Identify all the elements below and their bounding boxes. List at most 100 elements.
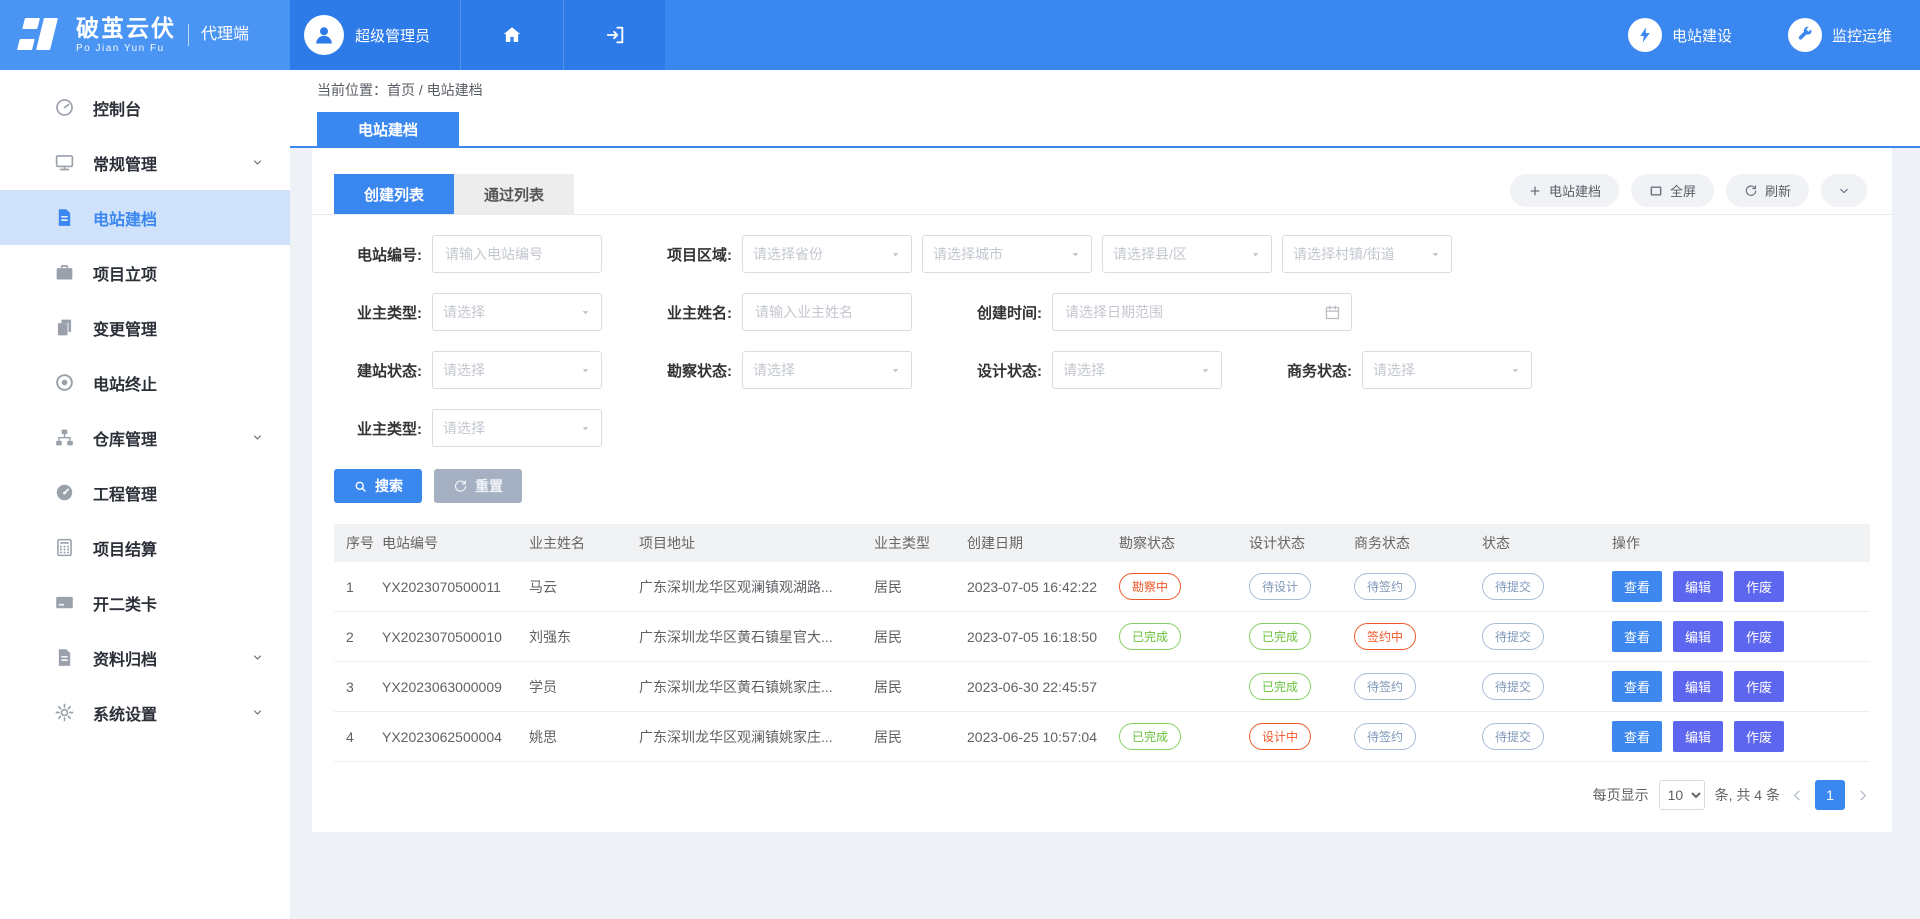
cell-station-no: YX2023070500011 (374, 562, 521, 612)
topnav-label: 电站建设 (1672, 25, 1732, 46)
app: 破茧云伏 Po Jian Yun Fu 代理端 超级管理员 (0, 0, 1920, 919)
owner-type-2-select[interactable]: 请选择 (432, 409, 602, 447)
status-badge: 待提交 (1482, 623, 1544, 650)
cell-station-no: YX2023063000009 (374, 662, 521, 712)
station-no-field[interactable] (443, 245, 591, 263)
caret-down-icon (890, 249, 901, 260)
logo-icon (16, 14, 66, 56)
sidebar-item-project-settlement[interactable]: 项目结算 (0, 520, 290, 575)
home-button[interactable] (460, 0, 563, 70)
void-button[interactable]: 作废 (1734, 621, 1784, 652)
sidebar-item-label: 仓库管理 (93, 426, 233, 450)
survey-status-select[interactable]: 请选择 (742, 351, 912, 389)
create-time-input[interactable] (1052, 293, 1352, 331)
town-select[interactable]: 请选择村镇/街道 (1282, 235, 1452, 273)
cell-survey-status: 勘察中 (1111, 562, 1241, 612)
topnav-monitor-ops[interactable]: 监控运维 (1788, 18, 1892, 52)
fullscreen-button[interactable]: 全屏 (1631, 174, 1714, 207)
status-badge: 待签约 (1354, 573, 1416, 600)
caret-down-icon (580, 307, 591, 318)
status-badge: 待签约 (1354, 673, 1416, 700)
refresh-icon (453, 479, 468, 494)
filter-label: 商务状态: (1264, 360, 1352, 381)
sidebar-item-label: 项目立项 (93, 261, 264, 285)
view-button[interactable]: 查看 (1612, 671, 1662, 702)
add-station-button[interactable]: 电站建档 (1510, 174, 1619, 207)
per-page-select[interactable]: 10 (1659, 780, 1705, 810)
business-status-select[interactable]: 请选择 (1362, 351, 1532, 389)
status-badge: 待提交 (1482, 573, 1544, 600)
sidebar-item-engineering-management[interactable]: 工程管理 (0, 465, 290, 520)
filter-business-status: 商务状态: 请选择 (1264, 351, 1532, 389)
sidebar-item-open-type2-card[interactable]: 开二类卡 (0, 575, 290, 630)
filter-owner-type-2: 业主类型:请选择 (334, 409, 602, 447)
toolbar-button-label: 全屏 (1670, 181, 1696, 200)
build-status-select[interactable]: 请选择 (432, 351, 602, 389)
refresh-button[interactable]: 刷新 (1726, 174, 1809, 207)
page-button-1[interactable]: 1 (1815, 780, 1845, 810)
edit-button[interactable]: 编辑 (1673, 671, 1723, 702)
logout-button[interactable] (563, 0, 665, 70)
sidebar-item-console[interactable]: 控制台 (0, 80, 290, 135)
edit-button[interactable]: 编辑 (1673, 571, 1723, 602)
sidebar-item-station-archive[interactable]: 电站建档 (0, 190, 290, 245)
card-head: 创建列表通过列表 电站建档 全屏 刷新 (312, 174, 1892, 215)
column-header: 业主类型 (866, 524, 959, 562)
search-button[interactable]: 搜索 (334, 469, 422, 503)
edit-button[interactable]: 编辑 (1673, 721, 1723, 752)
sidebar-item-project-initiation[interactable]: 项目立项 (0, 245, 290, 300)
city-select[interactable]: 请选择城市 (922, 235, 1092, 273)
filter-row: 电站编号:项目区域:请选择省份请选择城市请选择县/区请选择村镇/街道 (334, 235, 1870, 273)
void-button[interactable]: 作废 (1734, 721, 1784, 752)
reset-button[interactable]: 重置 (434, 469, 522, 503)
view-button[interactable]: 查看 (1612, 571, 1662, 602)
view-button[interactable]: 查看 (1612, 621, 1662, 652)
cell-status-status: 待提交 (1474, 712, 1604, 762)
status-badge: 已完成 (1119, 723, 1181, 750)
table-row: 3YX2023063000009学员广东深圳龙华区黄石镇姚家庄...居民2023… (334, 662, 1870, 712)
breadcrumb-path[interactable]: 首页 / 电站建档 (387, 82, 483, 98)
station-no-input[interactable] (432, 235, 602, 273)
sidebar-item-warehouse-management[interactable]: 仓库管理 (0, 410, 290, 465)
user-menu[interactable]: 超级管理员 (290, 0, 460, 70)
design-status-select[interactable]: 请选择 (1052, 351, 1222, 389)
record-icon (54, 372, 75, 393)
county-select[interactable]: 请选择县/区 (1102, 235, 1272, 273)
breadcrumb[interactable]: 当前位置：首页 / 电站建档 (317, 80, 1920, 100)
topnav-station-build[interactable]: 电站建设 (1628, 18, 1732, 52)
owner-name-field[interactable] (753, 303, 901, 321)
sidebar-item-change-management[interactable]: 变更管理 (0, 300, 290, 355)
home-icon (501, 24, 523, 46)
void-button[interactable]: 作废 (1734, 671, 1784, 702)
list-tabs: 创建列表通过列表 (334, 174, 574, 214)
topbar-nav: 电站建设 监控运维 (1628, 0, 1892, 70)
document-icon (54, 207, 75, 228)
province-select[interactable]: 请选择省份 (742, 235, 912, 273)
brand-title: 破茧云伏 (76, 16, 176, 40)
owner-name-input[interactable] (742, 293, 912, 331)
tab-passed-list[interactable]: 通过列表 (454, 174, 574, 214)
owner-type-select[interactable]: 请选择 (432, 293, 602, 331)
edit-button[interactable]: 编辑 (1673, 621, 1723, 652)
monitor-icon (54, 152, 75, 173)
status-badge: 已完成 (1249, 673, 1311, 700)
sidebar-item-general-management[interactable]: 常规管理 (0, 135, 290, 190)
view-button[interactable]: 查看 (1612, 721, 1662, 752)
column-header: 电站编号 (374, 524, 521, 562)
search-icon (353, 479, 368, 494)
sidebar-item-system-settings[interactable]: 系统设置 (0, 685, 290, 740)
void-button[interactable]: 作废 (1734, 571, 1784, 602)
sidebar-item-data-archive[interactable]: 资料归档 (0, 630, 290, 685)
select-placeholder: 请选择 (443, 418, 485, 438)
page-tab-station-archive[interactable]: 电站建档 (317, 112, 459, 146)
avatar (304, 15, 344, 55)
cell-survey-status: 已完成 (1111, 712, 1241, 762)
next-page-button[interactable] (1855, 788, 1870, 803)
sidebar-item-station-termination[interactable]: 电站终止 (0, 355, 290, 410)
brand-logo[interactable]: 破茧云伏 Po Jian Yun Fu 代理端 (0, 0, 290, 70)
create-time-field[interactable] (1063, 303, 1324, 321)
collapse-button[interactable] (1821, 174, 1867, 207)
prev-page-button[interactable] (1790, 788, 1805, 803)
tab-create-list[interactable]: 创建列表 (334, 174, 454, 214)
caret-down-icon (1200, 365, 1211, 376)
